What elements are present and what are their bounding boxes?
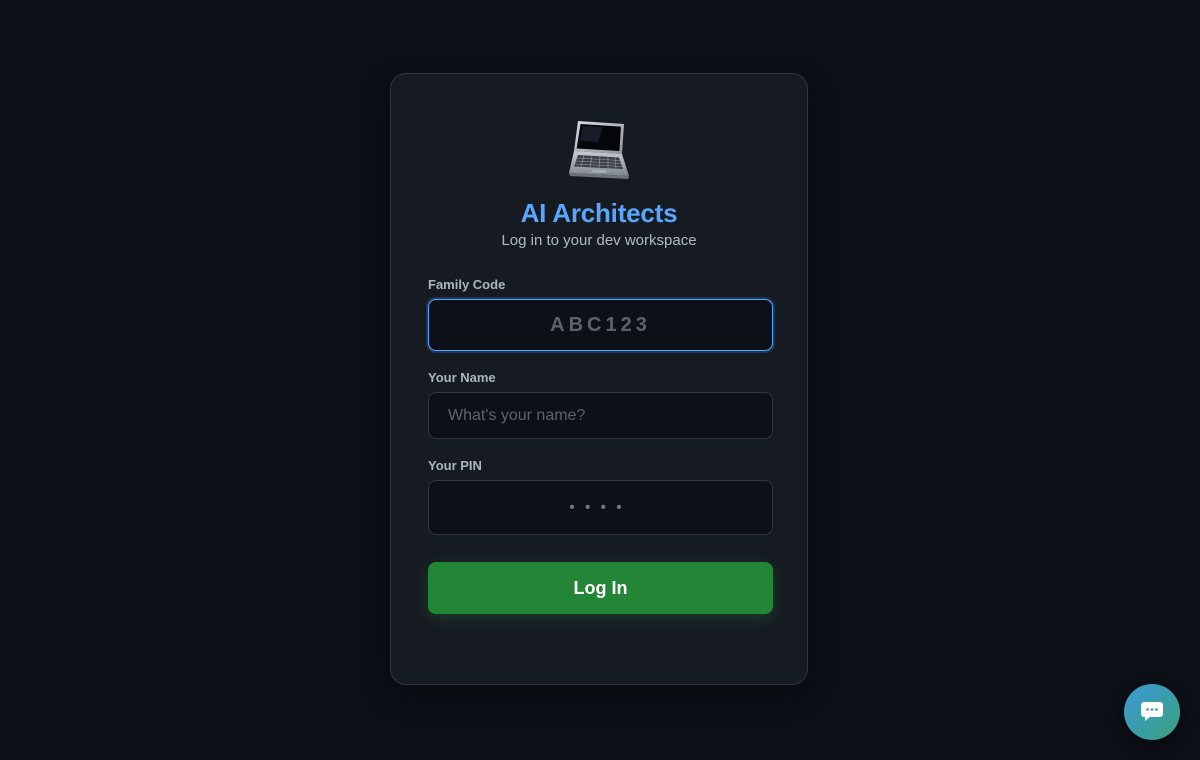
login-button[interactable]: Log In [428, 562, 773, 614]
name-input[interactable] [428, 392, 773, 439]
chat-button[interactable] [1124, 684, 1180, 740]
app-title: AI Architects [520, 198, 678, 228]
app-subtitle: Log in to your dev workspace [501, 232, 697, 249]
chat-bubble-icon [1141, 702, 1163, 721]
family-code-input[interactable] [428, 299, 773, 351]
login-card: AI Architects Log in to your dev workspa… [390, 73, 808, 685]
login-page: AI Architects Log in to your dev workspa… [0, 0, 1200, 760]
laptop-icon [569, 121, 629, 179]
family-code-label: Family Code [428, 277, 506, 292]
pin-label: Your PIN [428, 458, 482, 473]
name-label: Your Name [428, 370, 496, 385]
pin-input[interactable] [428, 480, 773, 535]
